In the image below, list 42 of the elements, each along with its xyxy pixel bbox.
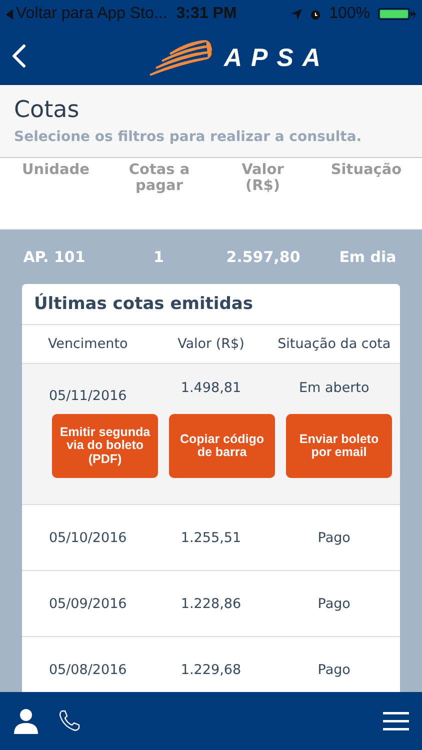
back-chevron-icon[interactable]: [12, 44, 26, 68]
action-button[interactable]: Enviar boleto por email: [286, 414, 392, 478]
page-subtitle: Selecione os filtros para realizar a consulta.: [14, 129, 363, 145]
quota-row[interactable]: 05/10/2016 1.255,51 Pago: [22, 505, 400, 571]
brand-name: APSA: [224, 44, 330, 72]
column-heading: Situação: [330, 162, 403, 178]
due-date: 05/09/2016: [48, 596, 128, 612]
column-heading: Valor (R$): [240, 162, 285, 194]
battery-charging-icon: [378, 7, 416, 21]
quota-status: Em aberto: [298, 380, 370, 396]
quota-status: Pago: [316, 662, 352, 678]
location-arrow-icon: [291, 8, 302, 20]
column-heading: Unidade: [21, 162, 90, 178]
summary-cell: 2.597,80: [226, 248, 300, 266]
menu-icon[interactable]: [383, 711, 409, 731]
amount: 1.255,51: [180, 530, 242, 546]
summary-cell: 1: [154, 248, 164, 266]
column-heading: Cotas a pagar: [128, 162, 191, 194]
page-title: Cotas: [14, 97, 80, 123]
person-icon[interactable]: [13, 708, 39, 734]
alarm-clock-icon: [310, 8, 322, 20]
summary-cell: Em dia: [339, 248, 396, 266]
phone-icon[interactable]: [57, 709, 81, 733]
due-date: 05/08/2016: [48, 662, 128, 678]
amount: 1.228,86: [180, 596, 242, 612]
amount: 1.498,81: [180, 380, 242, 396]
quota-status: Pago: [316, 530, 352, 546]
column-heading: Vencimento: [46, 336, 129, 352]
action-button[interactable]: Copiar código de barra: [169, 414, 275, 478]
card-title: Últimas cotas emitidas: [22, 284, 400, 325]
column-heading: Valor (R$): [176, 336, 246, 352]
clock-time: 3:31 PM: [176, 5, 237, 23]
amount: 1.229,68: [180, 662, 242, 678]
due-date: 05/10/2016: [48, 530, 128, 546]
quota-row[interactable]: 05/11/2016 1.498,81 Em aberto Emitir segunda via do boleto (PDF) Copiar código de barra Enviar boleto por email: [22, 364, 400, 505]
battery-percent: 100%: [329, 5, 370, 23]
summary-cell: AP. 101: [23, 248, 86, 266]
column-heading: Situação da cota: [276, 336, 392, 352]
due-date: 05/11/2016: [48, 388, 128, 404]
action-button[interactable]: Emitir segunda via do boleto (PDF): [52, 414, 158, 478]
quota-status: Pago: [316, 596, 352, 612]
quota-row[interactable]: 05/09/2016 1.228,86 Pago: [22, 571, 400, 637]
